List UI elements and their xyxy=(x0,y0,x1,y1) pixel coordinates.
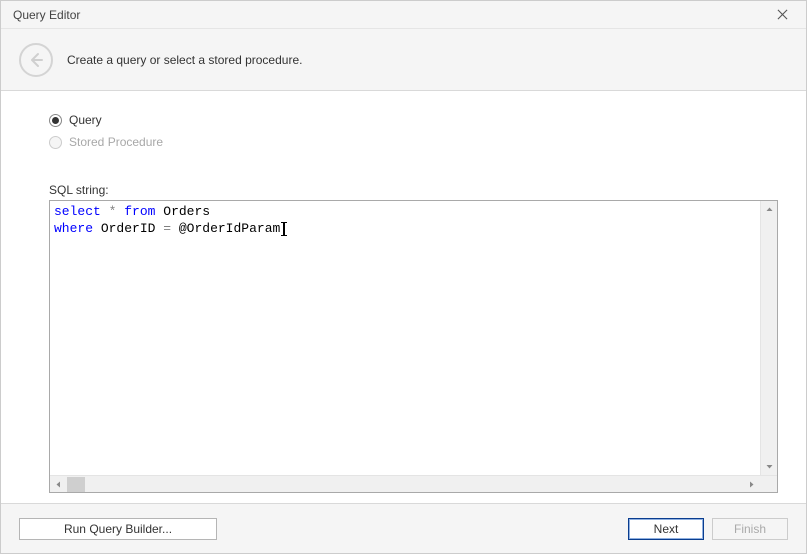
back-arrow-icon xyxy=(28,52,44,68)
titlebar: Query Editor xyxy=(1,1,806,29)
scroll-up-icon[interactable] xyxy=(761,201,777,218)
horizontal-scroll-thumb[interactable] xyxy=(67,477,85,492)
sql-string-label: SQL string: xyxy=(49,183,778,197)
wizard-header: Create a query or select a stored proced… xyxy=(1,29,806,91)
option-stored-procedure-label: Stored Procedure xyxy=(69,135,163,149)
radio-icon xyxy=(49,136,62,149)
horizontal-scroll-track[interactable] xyxy=(85,476,743,492)
back-button xyxy=(19,43,53,77)
option-query-label: Query xyxy=(69,113,102,127)
close-icon xyxy=(777,9,788,20)
scroll-right-icon[interactable] xyxy=(743,476,760,492)
query-editor-window: Query Editor Create a query or select a … xyxy=(0,0,807,554)
scrollbar-corner xyxy=(760,476,777,492)
scroll-down-icon[interactable] xyxy=(761,458,777,475)
wizard-footer: Run Query Builder... Next Finish xyxy=(1,503,806,553)
option-query[interactable]: Query xyxy=(49,113,778,127)
close-button[interactable] xyxy=(766,3,798,27)
window-title: Query Editor xyxy=(13,8,80,22)
radio-icon xyxy=(49,114,62,127)
run-query-builder-button[interactable]: Run Query Builder... xyxy=(19,518,217,540)
next-button[interactable]: Next xyxy=(628,518,704,540)
horizontal-scrollbar[interactable] xyxy=(50,475,777,492)
text-cursor-icon xyxy=(283,222,285,236)
sql-textarea[interactable]: select * from Orders where OrderID = @Or… xyxy=(50,201,760,475)
vertical-scrollbar[interactable] xyxy=(760,201,777,475)
option-stored-procedure: Stored Procedure xyxy=(49,135,778,149)
sql-editor: select * from Orders where OrderID = @Or… xyxy=(49,200,778,493)
wizard-instruction: Create a query or select a stored proced… xyxy=(67,53,302,67)
scroll-left-icon[interactable] xyxy=(50,476,67,492)
content-area: Query Stored Procedure SQL string: selec… xyxy=(1,91,806,503)
vertical-scroll-track[interactable] xyxy=(761,218,777,458)
query-type-group: Query Stored Procedure xyxy=(49,113,778,157)
finish-button: Finish xyxy=(712,518,788,540)
